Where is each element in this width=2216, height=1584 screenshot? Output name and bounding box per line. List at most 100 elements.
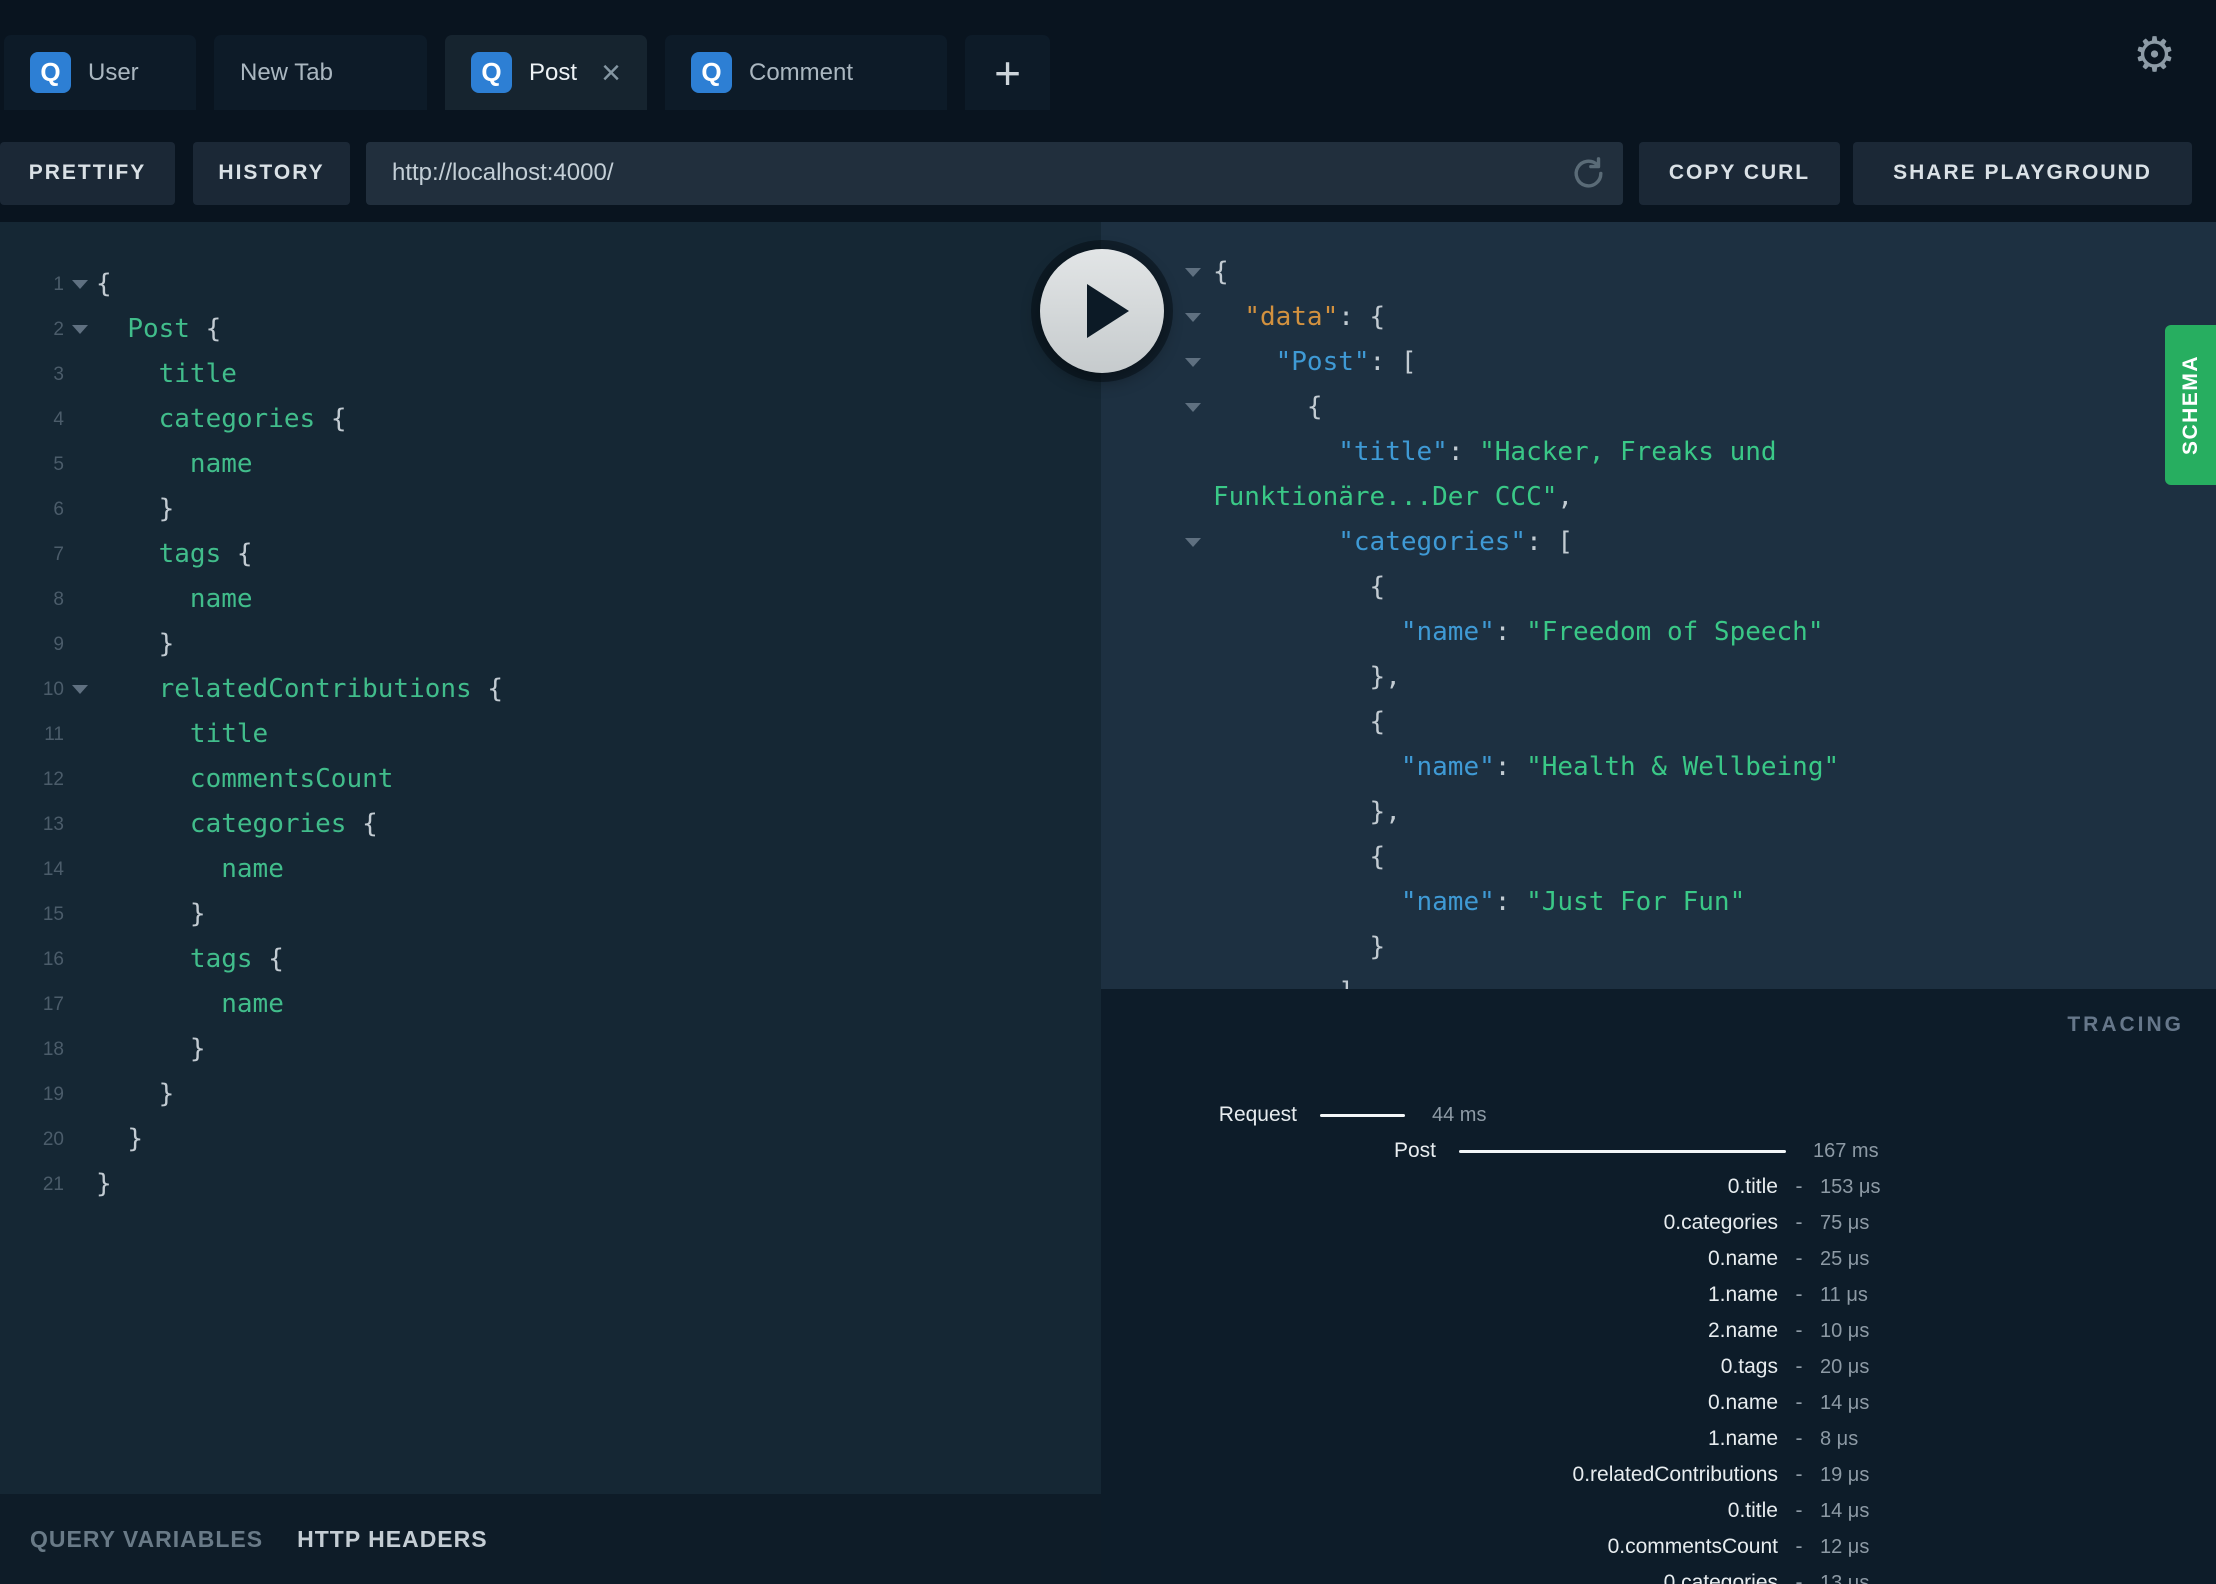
tab-new-tab[interactable]: New Tab xyxy=(214,35,427,110)
code-text: ] xyxy=(1213,970,1354,989)
trace-span-label: Post xyxy=(1393,1139,1436,1162)
query-line: 2 Post { xyxy=(0,307,1101,352)
execute-query-button[interactable] xyxy=(1040,249,1164,373)
code-token: : [ xyxy=(1369,347,1417,377)
share-playground-button[interactable]: SHARE PLAYGROUND xyxy=(1853,141,2192,205)
trace-duration: 167 ms xyxy=(1813,1139,1879,1162)
code-token: { xyxy=(1369,572,1386,602)
trace-duration: 19 μs xyxy=(1820,1463,1870,1486)
trace-span-label: 2.name xyxy=(1707,1319,1778,1342)
tracing-title: TRACING xyxy=(2067,1013,2184,1036)
trace-row: Request 44 ms xyxy=(1101,1097,2216,1133)
fold-arrow-icon[interactable] xyxy=(1173,340,1213,385)
code-token: Post xyxy=(127,314,190,344)
chevron-down-icon xyxy=(1185,403,1201,412)
fold-gutter xyxy=(64,1117,96,1162)
query-line: 6 } xyxy=(0,487,1101,532)
code-text: } xyxy=(96,1162,112,1207)
code-token: }, xyxy=(1369,662,1401,692)
tab-label: Post xyxy=(529,58,578,86)
fold-arrow-icon[interactable] xyxy=(64,262,96,307)
code-token: name xyxy=(189,449,253,479)
code-token: { xyxy=(1213,257,1229,287)
fold-gutter xyxy=(1173,925,1213,970)
graphql-playground-window: Q User New Tab Q Post × Q Comment + ⚙ PR… xyxy=(0,0,2216,1584)
code-token: { xyxy=(1369,707,1386,737)
response-line: "categories": [ xyxy=(1101,520,2216,565)
query-line: 17 name xyxy=(0,982,1101,1027)
tab-post[interactable]: Q Post × xyxy=(445,35,647,110)
code-token: tags xyxy=(189,944,253,974)
trace-duration: 8 μs xyxy=(1820,1427,1859,1450)
code-token: "name" xyxy=(1400,752,1495,782)
trace-dash: - xyxy=(1795,1319,1803,1342)
code-token: { xyxy=(471,674,504,704)
reload-icon[interactable] xyxy=(1570,155,1607,192)
trace-dash: - xyxy=(1795,1283,1803,1306)
chevron-down-icon xyxy=(72,280,88,289)
new-tab-button[interactable]: + xyxy=(965,35,1050,110)
tab-user[interactable]: Q User xyxy=(4,35,196,110)
settings-gear-icon[interactable]: ⚙ xyxy=(2133,32,2176,80)
trace-dash: - xyxy=(1795,1175,1803,1198)
response-line: "name": "Just For Fun" xyxy=(1101,880,2216,925)
fold-arrow-icon[interactable] xyxy=(64,667,96,712)
trace-span-label: 0.categories xyxy=(1663,1571,1778,1584)
trace-row: 0.categories - 13 μs xyxy=(1101,1565,2216,1584)
code-text: name xyxy=(96,847,284,892)
trace-dash: - xyxy=(1795,1427,1803,1450)
response-line: } xyxy=(1101,925,2216,970)
prettify-button[interactable]: PRETTIFY xyxy=(0,141,175,205)
code-text: commentsCount xyxy=(96,757,394,802)
tab-bar: Q User New Tab Q Post × Q Comment + ⚙ xyxy=(0,0,2216,124)
query-line: 20 } xyxy=(0,1117,1101,1162)
response-line: { xyxy=(1101,835,2216,880)
line-number: 10 xyxy=(42,679,64,700)
query-badge-icon: Q xyxy=(30,52,71,93)
main-panes: 1{2 Post {3 title 4 categories {5 name 6 }… xyxy=(0,222,2216,1584)
trace-span-label: 0.name xyxy=(1707,1391,1778,1414)
fold-arrow-icon[interactable] xyxy=(1173,250,1213,295)
code-text: } xyxy=(96,1027,206,1072)
trace-span-label: 0.title xyxy=(1727,1175,1778,1198)
line-number: 1 xyxy=(53,274,64,295)
close-tab-icon[interactable]: × xyxy=(601,56,621,90)
fold-arrow-icon[interactable] xyxy=(1173,295,1213,340)
code-token: } xyxy=(1369,932,1386,962)
code-text: title xyxy=(96,352,237,397)
code-token: } xyxy=(127,1124,143,1154)
trace-row: 0.title -153 μs xyxy=(1101,1169,2216,1205)
chevron-down-icon xyxy=(1185,268,1201,277)
schema-tab[interactable]: SCHEMA xyxy=(2165,325,2216,485)
trace-duration: 153 μs xyxy=(1820,1175,1881,1198)
code-token: title xyxy=(158,359,237,389)
line-number: 2 xyxy=(53,319,64,340)
trace-duration-bar xyxy=(1320,1113,1405,1117)
query-line: 7 tags { xyxy=(0,532,1101,577)
endpoint-url-input[interactable] xyxy=(366,141,1623,205)
fold-gutter xyxy=(64,577,96,622)
query-line: 15 } xyxy=(0,892,1101,937)
copy-curl-button[interactable]: COPY CURL xyxy=(1639,141,1840,205)
fold-arrow-icon[interactable] xyxy=(64,307,96,352)
tab-comment[interactable]: Q Comment xyxy=(665,35,947,110)
line-number: 19 xyxy=(42,1084,64,1105)
response-viewer: { "data": { "Post": [ { "title": "Hacker… xyxy=(1101,222,2216,989)
fold-arrow-icon[interactable] xyxy=(1173,385,1213,430)
http-headers-toggle[interactable]: HTTP HEADERS xyxy=(297,1526,488,1553)
fold-gutter xyxy=(64,712,96,757)
fold-arrow-icon[interactable] xyxy=(1173,520,1213,565)
line-number: 8 xyxy=(53,589,64,610)
trace-row: 0.name -14 μs xyxy=(1101,1385,2216,1421)
trace-duration: 12 μs xyxy=(1820,1535,1870,1558)
response-line: "data": { xyxy=(1101,295,2216,340)
tab-label: User xyxy=(88,58,139,86)
code-token: "Freedom of Speech" xyxy=(1526,617,1824,647)
query-editor[interactable]: 1{2 Post {3 title 4 categories {5 name 6 }… xyxy=(0,222,1101,1494)
history-button[interactable]: HISTORY xyxy=(193,141,350,205)
response-line: "name": "Health & Wellbeing" xyxy=(1101,745,2216,790)
code-text: categories { xyxy=(96,802,378,847)
code-token: : xyxy=(1494,752,1527,782)
play-icon xyxy=(1087,284,1129,338)
query-variables-toggle[interactable]: QUERY VARIABLES xyxy=(30,1526,263,1553)
